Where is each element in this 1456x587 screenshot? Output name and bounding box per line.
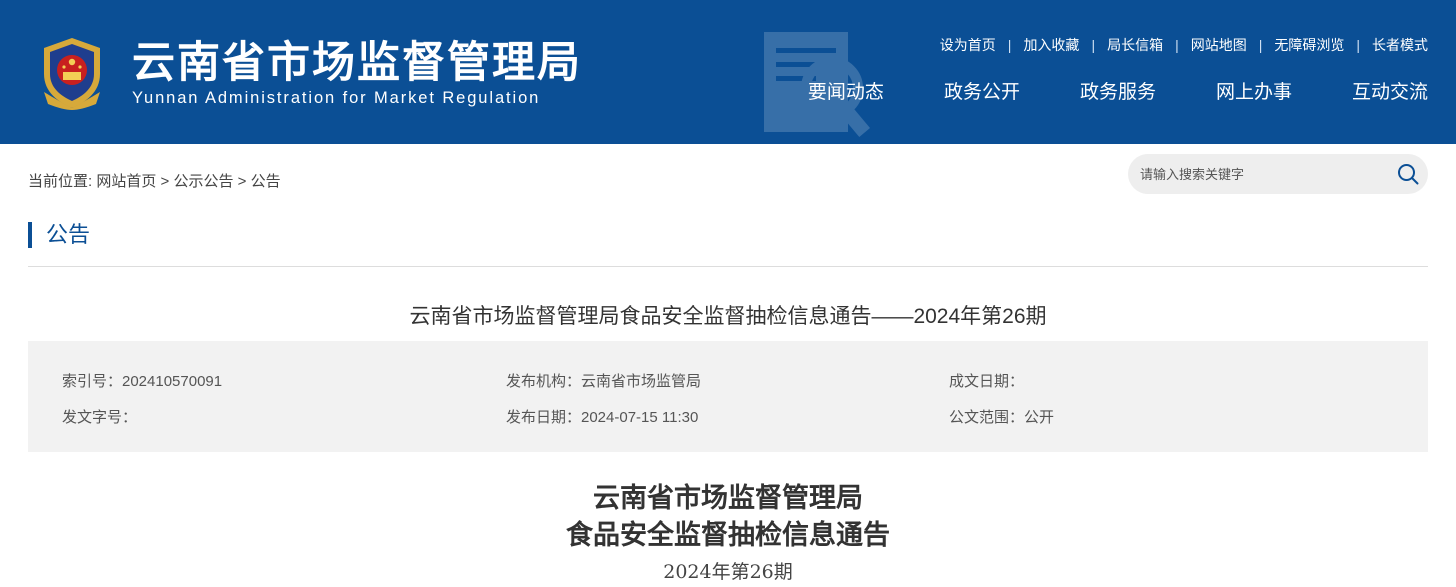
doc-issue: 2024年第26期 bbox=[663, 561, 793, 583]
toplink-sitemap[interactable]: 网站地图 bbox=[1191, 35, 1247, 55]
site-subtitle: Yunnan Administration for Market Regulat… bbox=[132, 89, 541, 107]
meta-written-date: 成文日期： bbox=[949, 373, 1025, 390]
nav-news[interactable]: 要闻动态 bbox=[808, 77, 884, 104]
breadcrumb-home[interactable]: 网站首页 bbox=[96, 173, 156, 190]
top-links: 设为首页 | 加入收藏 | 局长信箱 | 网站地图 | 无障碍浏览 | 长者模式 bbox=[940, 35, 1428, 55]
divider: | bbox=[1091, 37, 1096, 53]
breadcrumb-separator: > bbox=[237, 173, 247, 190]
article-meta-box: 索引号：202410570091 发布机构：云南省市场监管局 成文日期： 发文字… bbox=[28, 341, 1428, 452]
national-emblem-logo[interactable] bbox=[36, 34, 108, 110]
nav-gov-affairs[interactable]: 政务公开 bbox=[944, 77, 1020, 104]
section-title: 公告 bbox=[28, 222, 90, 248]
toplink-elder-mode[interactable]: 长者模式 bbox=[1372, 35, 1428, 55]
doc-title-line1: 云南省市场监督管理局 bbox=[593, 483, 863, 514]
search-box bbox=[1128, 154, 1428, 194]
doc-title-line2: 食品安全监督抽检信息通告 bbox=[566, 520, 890, 551]
nav-gov-services[interactable]: 政务服务 bbox=[1080, 77, 1156, 104]
toplink-set-homepage[interactable]: 设为首页 bbox=[940, 35, 996, 55]
breadcrumb-announcement[interactable]: 公告 bbox=[251, 173, 281, 190]
meta-publish-date: 发布日期：2024-07-15 11:30 bbox=[506, 409, 699, 426]
section-divider bbox=[28, 266, 1428, 267]
divider: | bbox=[1258, 37, 1263, 53]
toplink-director-mailbox[interactable]: 局长信箱 bbox=[1107, 35, 1163, 55]
search-icon[interactable] bbox=[1396, 162, 1420, 186]
divider: | bbox=[1175, 37, 1179, 53]
meta-scope: 公文范围：公开 bbox=[949, 409, 1055, 426]
breadcrumb-prefix: 当前位置: bbox=[28, 173, 93, 190]
toplink-add-favorite[interactable]: 加入收藏 bbox=[1023, 35, 1079, 55]
article-title: 云南省市场监督管理局食品安全监督抽检信息通告——2024年第26期 bbox=[409, 305, 1047, 328]
divider: | bbox=[1356, 37, 1360, 53]
nav-online-services[interactable]: 网上办事 bbox=[1216, 77, 1292, 104]
breadcrumb-notices[interactable]: 公示公告 bbox=[173, 173, 233, 190]
breadcrumb: 当前位置: 网站首页 > 公示公告 > 公告 bbox=[28, 170, 281, 191]
divider: | bbox=[1007, 37, 1012, 53]
search-input[interactable] bbox=[1140, 162, 1380, 186]
meta-index-no: 索引号：202410570091 bbox=[62, 373, 223, 390]
nav-interaction[interactable]: 互动交流 bbox=[1352, 77, 1428, 104]
meta-publisher: 发布机构：云南省市场监管局 bbox=[506, 373, 702, 390]
breadcrumb-separator: > bbox=[160, 173, 170, 190]
toplink-accessibility[interactable]: 无障碍浏览 bbox=[1274, 35, 1344, 55]
main-nav: 要闻动态 政务公开 政务服务 网上办事 互动交流 bbox=[808, 77, 1428, 104]
site-header: 云南省市场监督管理局 Yunnan Administration for Mar… bbox=[0, 0, 1456, 144]
meta-doc-no: 发文字号： bbox=[62, 409, 138, 426]
site-title: 云南省市场监督管理局 bbox=[132, 38, 582, 88]
